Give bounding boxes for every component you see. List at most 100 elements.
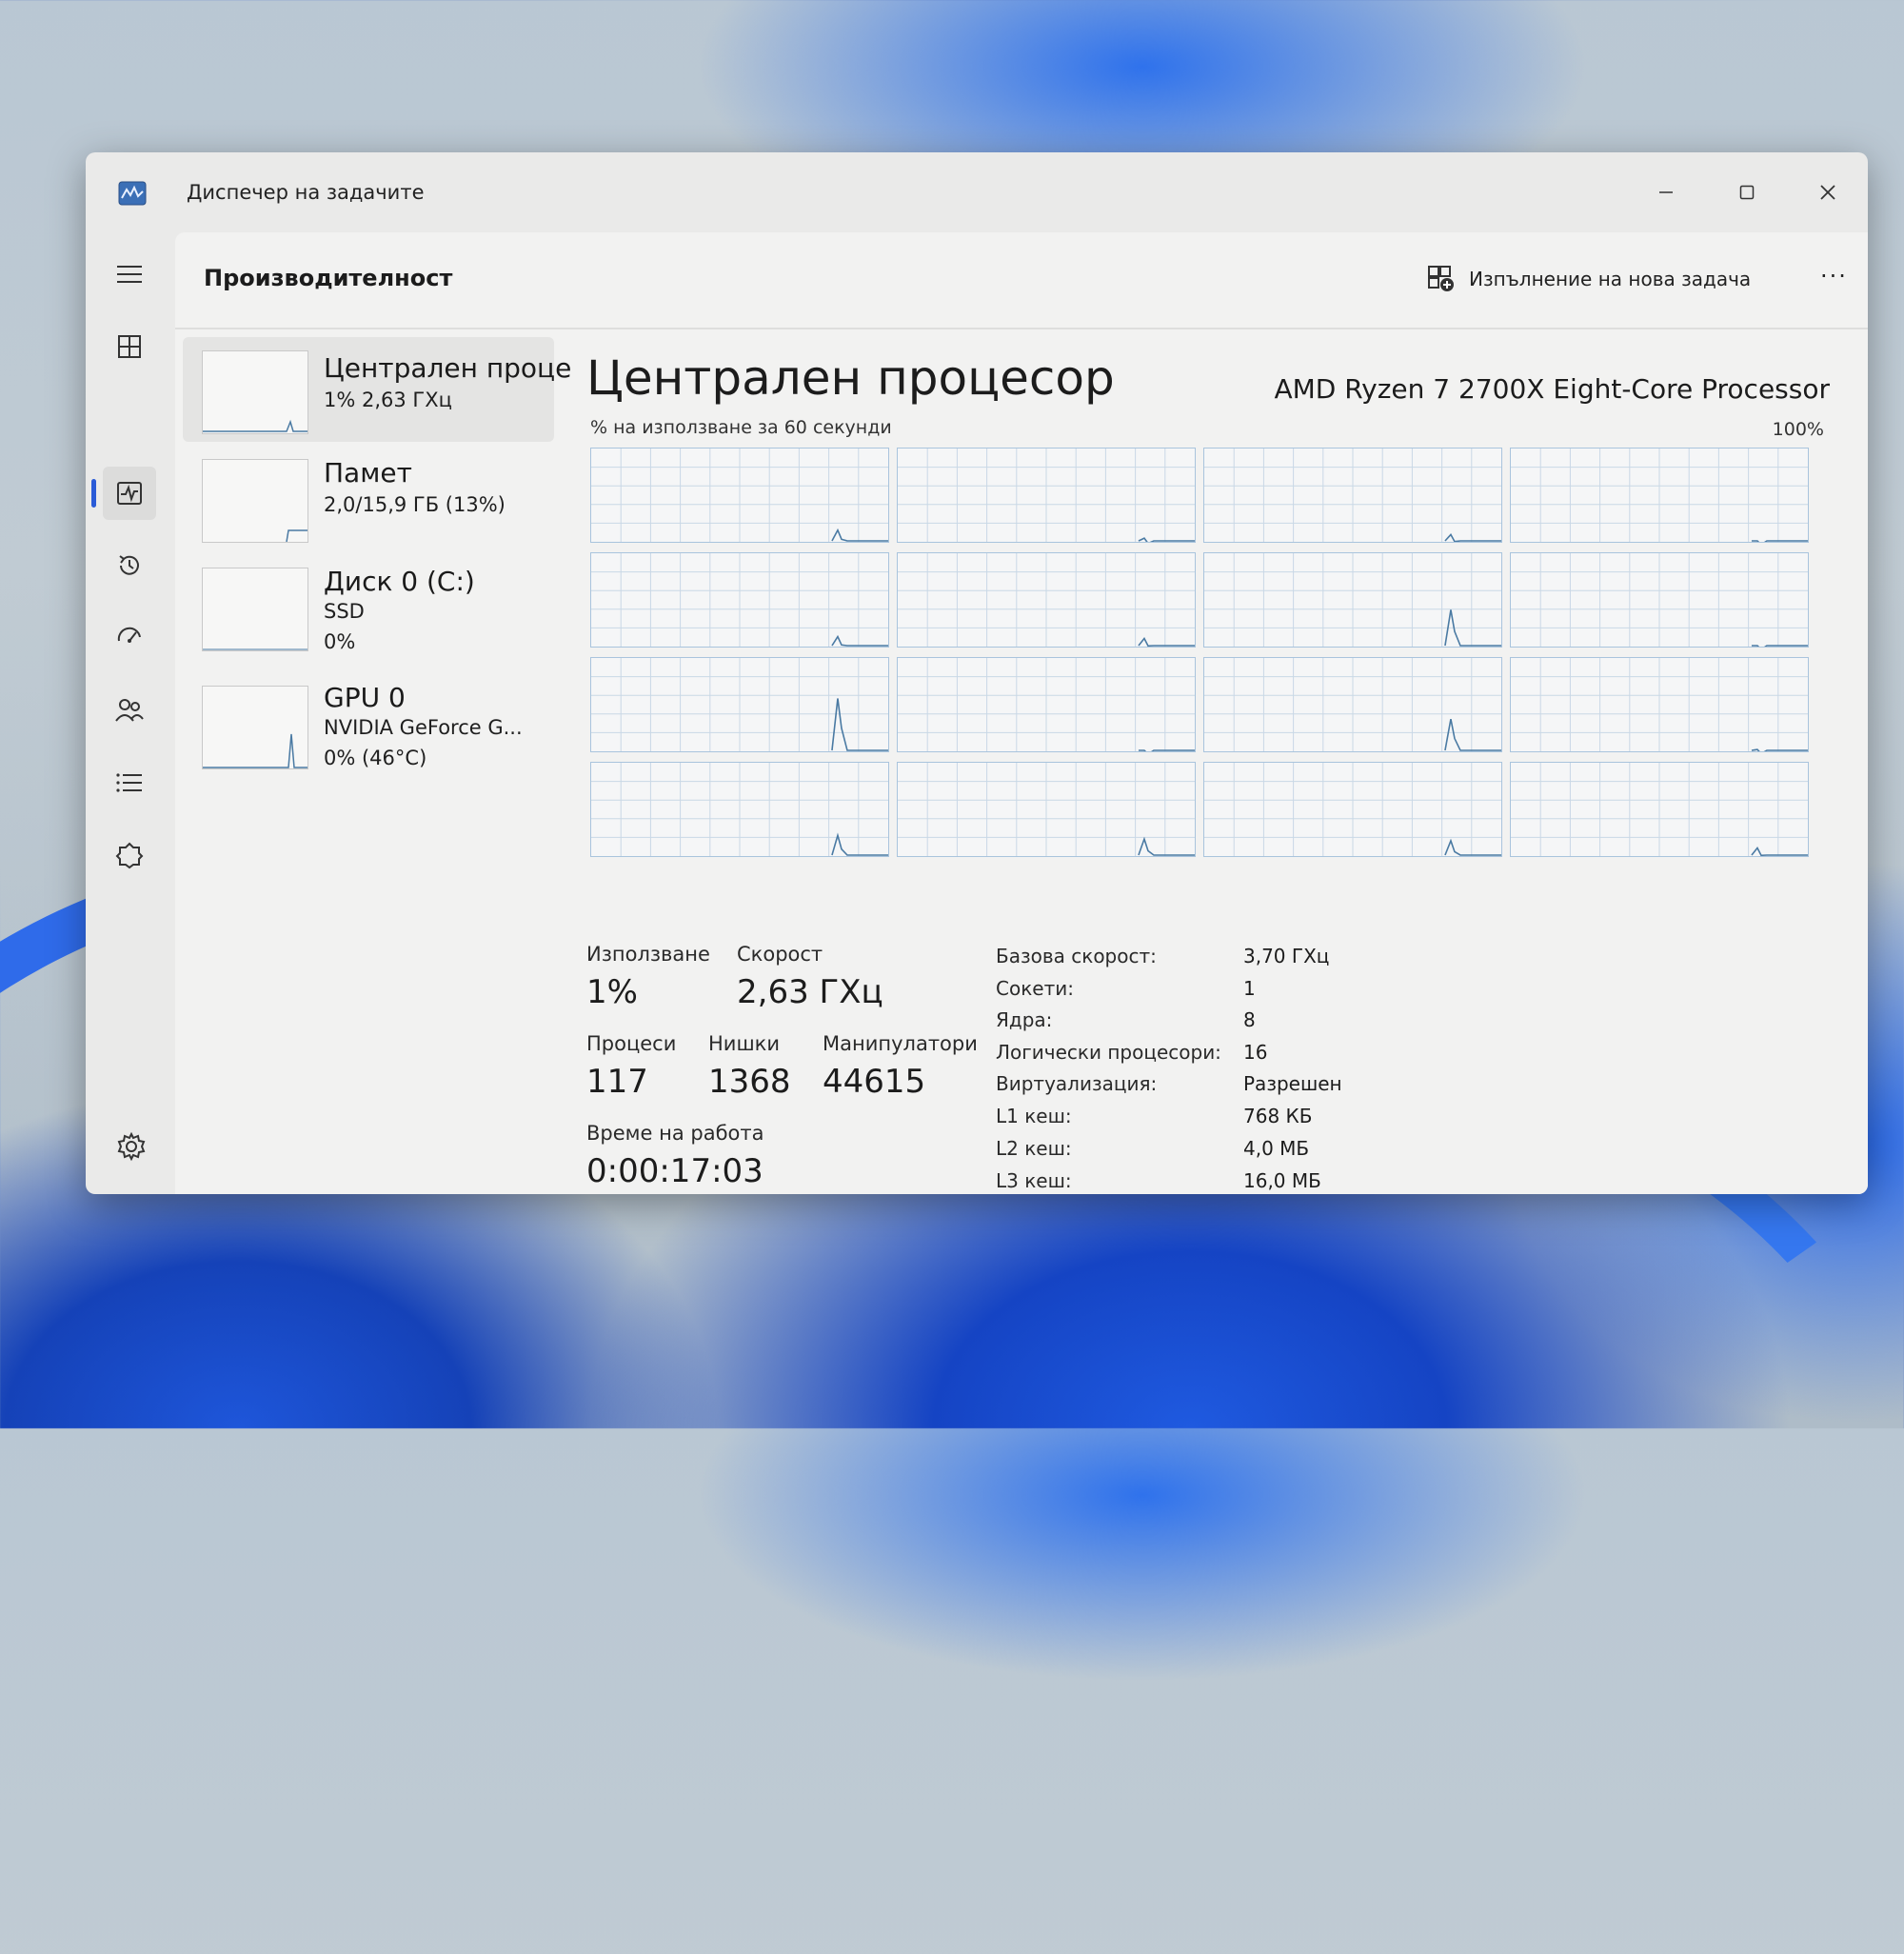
settings-icon[interactable]	[116, 1131, 147, 1162]
graph-max-label: 100%	[1772, 419, 1824, 440]
page-title: Производителност	[204, 265, 453, 291]
logical-processor-graph	[1203, 552, 1502, 648]
logical-processor-graph	[590, 657, 889, 752]
resource-name: Централен проце	[324, 352, 572, 384]
logical-processor-graph	[590, 552, 889, 648]
services-icon[interactable]	[112, 838, 147, 872]
detail-key: Базова скорост:	[996, 945, 1157, 967]
resource-detail: 2,0/15,9 ГБ (13%)	[324, 493, 506, 516]
logical-processor-graph	[1203, 762, 1502, 857]
handles-label: Манипулатори	[823, 1032, 978, 1055]
detail-value: 8	[1243, 1008, 1256, 1031]
cpu-title: Централен процесор	[586, 350, 1115, 406]
detail-key: Виртуализация:	[996, 1072, 1158, 1095]
detail-key: Логически процесори:	[996, 1041, 1221, 1064]
speed-label: Скорост	[737, 943, 823, 966]
detail-value: 3,70 ГХц	[1243, 945, 1330, 967]
logical-processor-graph	[897, 448, 1196, 543]
cpu-panel: Централен процесор AMD Ryzen 7 2700X Eig…	[556, 329, 1868, 1192]
logical-processor-graph	[1510, 657, 1809, 752]
close-button[interactable]	[1799, 171, 1856, 213]
logical-processor-graphs[interactable]	[590, 448, 1811, 859]
memory-mini-graph	[202, 459, 308, 543]
resource-detail: SSD	[324, 600, 365, 623]
usage-line	[831, 634, 888, 647]
logical-processor-graph	[1510, 762, 1809, 857]
resource-name: GPU 0	[324, 682, 406, 713]
resource-memory[interactable]: Памет 2,0/15,9 ГБ (13%)	[183, 446, 554, 550]
active-indicator	[91, 479, 96, 508]
detail-value: 16,0 МБ	[1243, 1169, 1321, 1192]
graph-caption: % на използване за 60 секунди	[590, 417, 892, 438]
detail-key: Ядра:	[996, 1008, 1053, 1031]
uptime-value: 0:00:17:03	[586, 1152, 764, 1190]
cpu-mini-graph	[202, 350, 308, 434]
logical-processor-graph	[590, 762, 889, 857]
logical-processor-graph	[1510, 448, 1809, 543]
processes-label: Процеси	[586, 1032, 677, 1055]
details-icon[interactable]	[112, 766, 147, 800]
minimize-button[interactable]	[1637, 171, 1695, 213]
resource-detail: 1% 2,63 ГХц	[324, 389, 452, 411]
logical-processor-graph	[590, 448, 889, 543]
handles-value: 44615	[823, 1063, 926, 1101]
usage-line	[1138, 749, 1195, 751]
detail-key: Сокети:	[996, 977, 1074, 1000]
performance-icon[interactable]	[103, 467, 156, 520]
detail-value: 1	[1243, 977, 1256, 1000]
resource-disk[interactable]: Диск 0 (C:) SSD 0%	[183, 554, 554, 659]
usage-line	[1751, 847, 1808, 856]
resource-name: Памет	[324, 457, 412, 488]
logical-processor-graph	[1510, 552, 1809, 648]
more-options-button[interactable]: ···	[1820, 263, 1848, 289]
threads-value: 1368	[708, 1063, 791, 1101]
logical-processor-graph	[1203, 448, 1502, 543]
minimize-icon	[1659, 191, 1673, 193]
resource-list: Централен проце 1% 2,63 ГХц Памет 2,0/15…	[175, 329, 571, 1186]
resource-usage: 0%	[324, 630, 356, 653]
maximize-button[interactable]	[1718, 171, 1775, 213]
logical-processor-graph	[897, 762, 1196, 857]
run-new-task-button[interactable]: Изпълнение на нова задача	[1427, 259, 1751, 299]
usage-line	[1138, 537, 1195, 542]
resource-detail: NVIDIA GeForce G...	[324, 716, 523, 739]
logical-processor-graph	[897, 657, 1196, 752]
disk-mini-graph	[202, 568, 308, 651]
detail-key: L1 кеш:	[996, 1105, 1072, 1127]
title-bar[interactable]: Диспечер на задачите	[86, 152, 1868, 232]
content-area: Производителност Изпълнение на нова зада…	[175, 232, 1868, 1194]
users-icon[interactable]	[112, 693, 147, 728]
startup-icon[interactable]	[112, 621, 147, 655]
close-icon	[1820, 185, 1835, 200]
run-task-icon	[1428, 266, 1454, 291]
processes-value: 117	[586, 1063, 648, 1101]
hamburger-icon[interactable]	[112, 257, 147, 291]
detail-value: 768 КБ	[1243, 1105, 1313, 1127]
usage-line	[1751, 540, 1808, 542]
usage-label: Използване	[586, 943, 710, 966]
resource-name: Диск 0 (C:)	[324, 566, 475, 597]
detail-key: L2 кеш:	[996, 1137, 1072, 1160]
usage-line	[831, 832, 888, 856]
logical-processor-graph	[897, 552, 1196, 648]
resource-cpu[interactable]: Централен проце 1% 2,63 ГХц	[183, 337, 571, 442]
threads-label: Нишки	[708, 1032, 780, 1055]
usage-line	[1444, 718, 1501, 751]
navigation-rail	[86, 232, 173, 1194]
run-new-task-label: Изпълнение на нова задача	[1469, 268, 1752, 290]
maximize-icon	[1739, 185, 1755, 200]
processes-icon[interactable]	[112, 329, 147, 364]
detail-key: L3 кеш:	[996, 1169, 1072, 1192]
usage-line	[831, 528, 888, 542]
task-manager-window: Диспечер на задачите Производителност Из…	[86, 152, 1868, 1194]
gpu-mini-graph	[202, 686, 308, 769]
usage-line	[1751, 645, 1808, 647]
usage-line	[831, 698, 888, 751]
cpu-model: AMD Ryzen 7 2700X Eight-Core Processor	[1274, 373, 1830, 405]
uptime-label: Време на работа	[586, 1122, 764, 1145]
usage-line	[1138, 836, 1195, 856]
usage-line	[1751, 748, 1808, 751]
resource-gpu[interactable]: GPU 0 NVIDIA GeForce G... 0% (46°C)	[183, 672, 554, 777]
history-icon[interactable]	[112, 548, 147, 583]
usage-line	[1444, 838, 1501, 856]
